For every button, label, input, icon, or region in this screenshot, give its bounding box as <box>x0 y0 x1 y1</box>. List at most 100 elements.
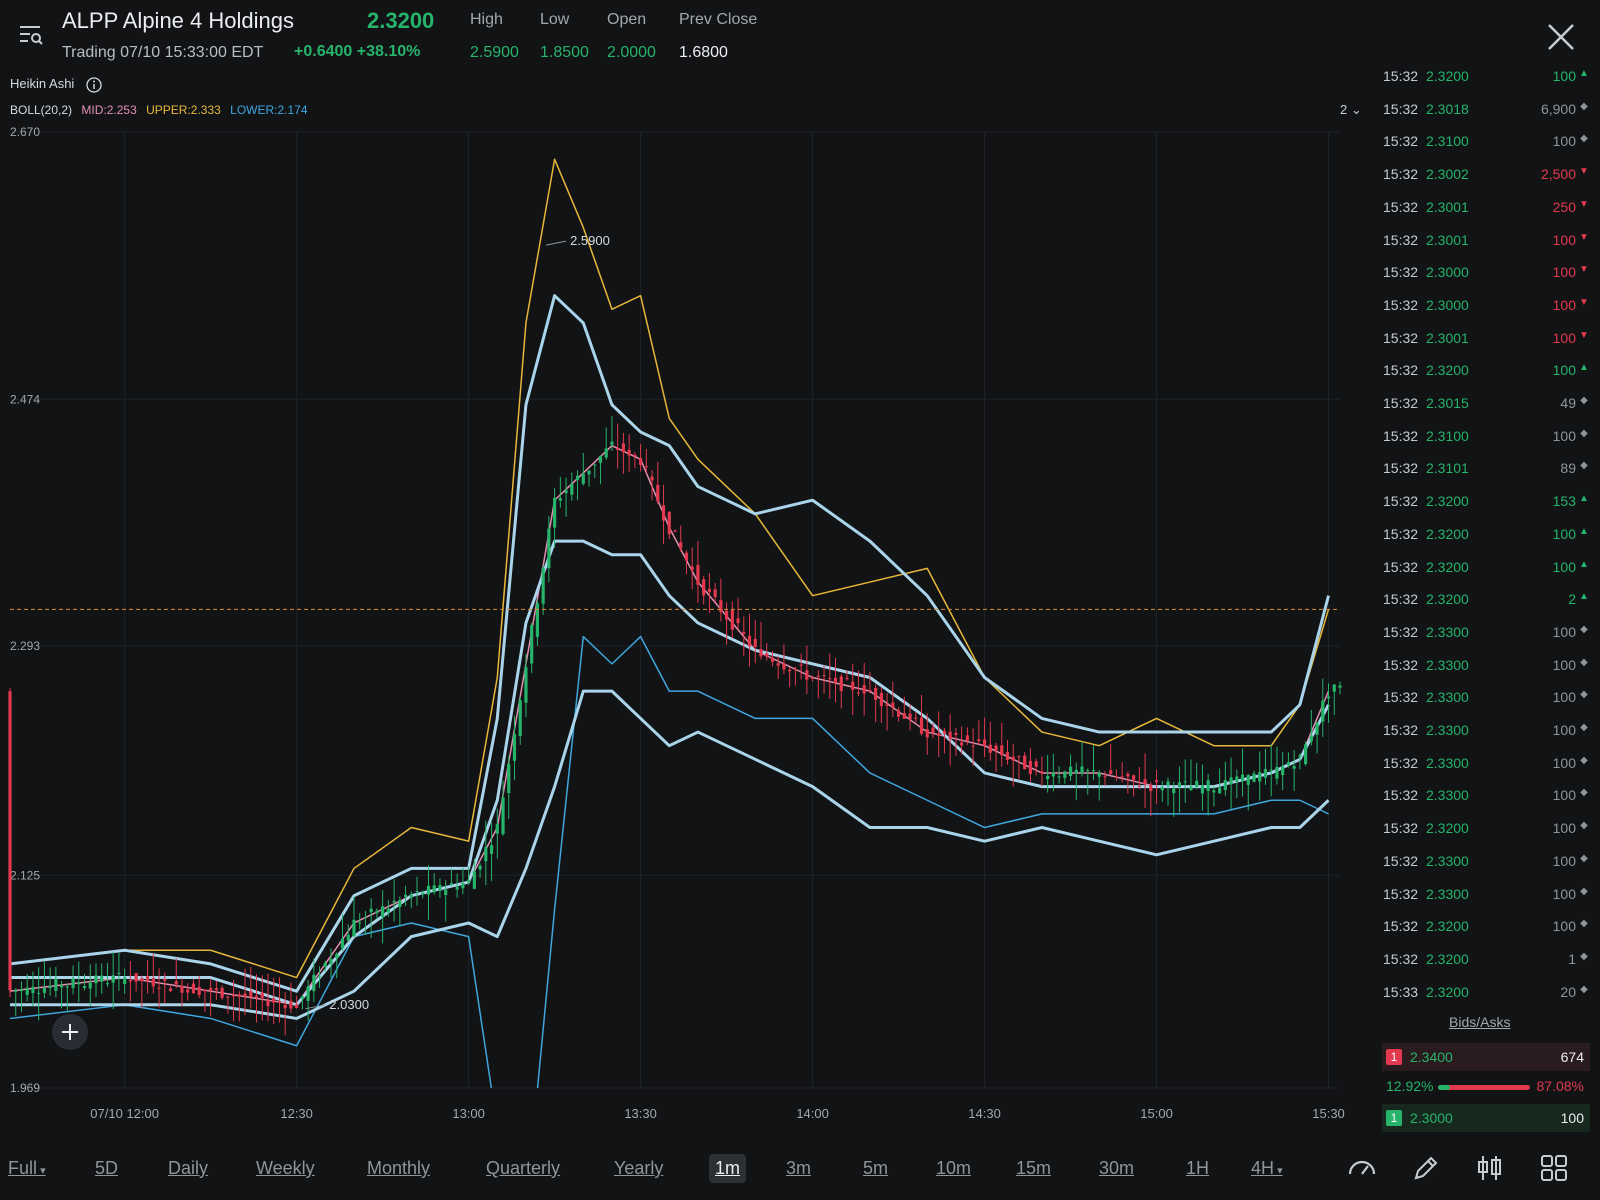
tick-volume: 20 <box>1560 983 1576 1000</box>
tick-direction-icon: ▲ <box>1579 362 1589 374</box>
tick-price: 2.3000 <box>1426 264 1469 281</box>
candle <box>340 914 345 951</box>
crosshair-icon[interactable] <box>52 1014 88 1050</box>
series-line <box>10 539 1330 1007</box>
candle <box>438 878 442 898</box>
price-chart[interactable]: 2.670 2.474 2.293 2.125 1.969 07/10 12:00 12:3… <box>0 70 1380 1130</box>
tick-row: 15:32 2.3200 100 ▲ <box>1380 62 1590 94</box>
candle <box>885 692 889 731</box>
candle <box>793 666 797 686</box>
period-1h[interactable]: 1H <box>1180 1154 1215 1183</box>
tick-time: 15:32 <box>1383 591 1419 608</box>
candle <box>1137 766 1141 790</box>
candle <box>1321 678 1325 737</box>
stat-low-value: 1.8500 <box>540 44 589 61</box>
tick-direction-icon: ◆ <box>1580 852 1588 864</box>
tick-direction-icon: ▼ <box>1579 264 1589 276</box>
candle <box>1160 781 1164 802</box>
period-monthly[interactable]: Monthly <box>361 1154 436 1183</box>
tick-volume: 100 <box>1552 264 1576 281</box>
candle <box>730 601 734 639</box>
series-line <box>10 158 1330 979</box>
period-5d[interactable]: 5D <box>89 1154 124 1183</box>
candle <box>151 953 155 994</box>
series-line <box>10 635 1329 1088</box>
candle <box>403 885 408 907</box>
period-daily[interactable]: Daily <box>162 1154 214 1183</box>
candle <box>1023 752 1027 770</box>
candle <box>942 728 947 754</box>
tick-volume: 100 <box>1552 296 1576 313</box>
candle <box>461 867 465 895</box>
tick-direction-icon: ◆ <box>1580 133 1588 145</box>
period-30m[interactable]: 30m <box>1093 1154 1140 1183</box>
menu-search-icon[interactable] <box>18 22 44 48</box>
tick-price: 2.3200 <box>1426 983 1469 1000</box>
tick-row: 15:32 2.3300 100 ◆ <box>1380 749 1590 781</box>
tick-direction-icon: ▲ <box>1579 525 1589 537</box>
tick-time: 15:32 <box>1383 362 1419 379</box>
period-weekly[interactable]: Weekly <box>250 1154 321 1183</box>
tick-volume: 100 <box>1552 68 1576 84</box>
candle <box>432 873 436 895</box>
candle <box>661 484 666 545</box>
candle <box>1063 770 1067 784</box>
tick-volume: 100 <box>1552 918 1576 935</box>
bid-percent: 12.92% <box>1386 1078 1434 1094</box>
tick-volume: 250 <box>1552 198 1576 215</box>
gauge-icon[interactable] <box>1346 1152 1378 1184</box>
candle <box>1109 743 1113 775</box>
candle <box>1177 766 1182 813</box>
tick-row: 15:32 2.3200 1 ◆ <box>1380 945 1590 977</box>
period-1m[interactable]: 1m <box>709 1154 747 1183</box>
period-15m[interactable]: 15m <box>1010 1154 1057 1183</box>
tick-direction-icon: ◆ <box>1580 820 1588 832</box>
candle <box>19 981 24 1013</box>
stat-prevclose-label: Prev Close <box>679 11 758 28</box>
candle <box>828 653 832 699</box>
candle <box>65 984 69 1013</box>
tick-volume: 100 <box>1552 689 1576 706</box>
tick-volume: 100 <box>1552 525 1576 542</box>
symbol-title: ALPP Alpine 4 Holdings <box>62 8 294 33</box>
candle <box>1269 744 1273 797</box>
tick-direction-icon: ▼ <box>1579 166 1589 178</box>
x-tick-label: 12:30 <box>280 1106 313 1121</box>
candle <box>283 992 287 1036</box>
candle <box>1235 769 1239 799</box>
tick-volume: 100 <box>1552 133 1576 150</box>
close-icon[interactable] <box>1546 22 1576 52</box>
tick-time: 15:32 <box>1383 395 1419 411</box>
period-4h[interactable]: 4H ▾ <box>1245 1154 1289 1183</box>
tick-time: 15:32 <box>1383 427 1419 444</box>
period-quarterly[interactable]: Quarterly <box>480 1154 566 1183</box>
bidasks-title[interactable]: Bids/Asks <box>1449 1014 1510 1030</box>
period-3m[interactable]: 3m <box>780 1154 817 1183</box>
series-line <box>10 294 1330 993</box>
grid-icon[interactable] <box>1538 1152 1570 1184</box>
tick-direction-icon: ▼ <box>1579 329 1589 341</box>
candle <box>914 711 918 723</box>
candle <box>570 472 574 501</box>
period-full[interactable]: Full ▾ <box>2 1154 52 1183</box>
annotation-leader <box>545 240 567 246</box>
period-10m[interactable]: 10m <box>930 1154 977 1183</box>
tick-direction-icon: ◆ <box>1580 885 1588 897</box>
indicator-icon[interactable] <box>1474 1152 1506 1184</box>
tick-row: 15:32 2.3001 100 ▼ <box>1380 226 1590 258</box>
candle <box>679 525 683 552</box>
candle <box>782 644 786 675</box>
tick-volume: 100 <box>1552 362 1576 379</box>
period-5m[interactable]: 5m <box>857 1154 894 1183</box>
candle <box>1166 777 1170 806</box>
tick-direction-icon: ◆ <box>1580 983 1588 995</box>
candle <box>851 663 855 716</box>
tick-direction-icon: ▲ <box>1579 68 1589 79</box>
candle <box>558 476 562 508</box>
tick-volume: 100 <box>1552 820 1576 837</box>
candle <box>937 711 941 757</box>
period-yearly[interactable]: Yearly <box>608 1154 669 1183</box>
candle <box>100 963 104 994</box>
candle <box>37 967 41 1021</box>
pencil-icon[interactable] <box>1410 1152 1442 1184</box>
